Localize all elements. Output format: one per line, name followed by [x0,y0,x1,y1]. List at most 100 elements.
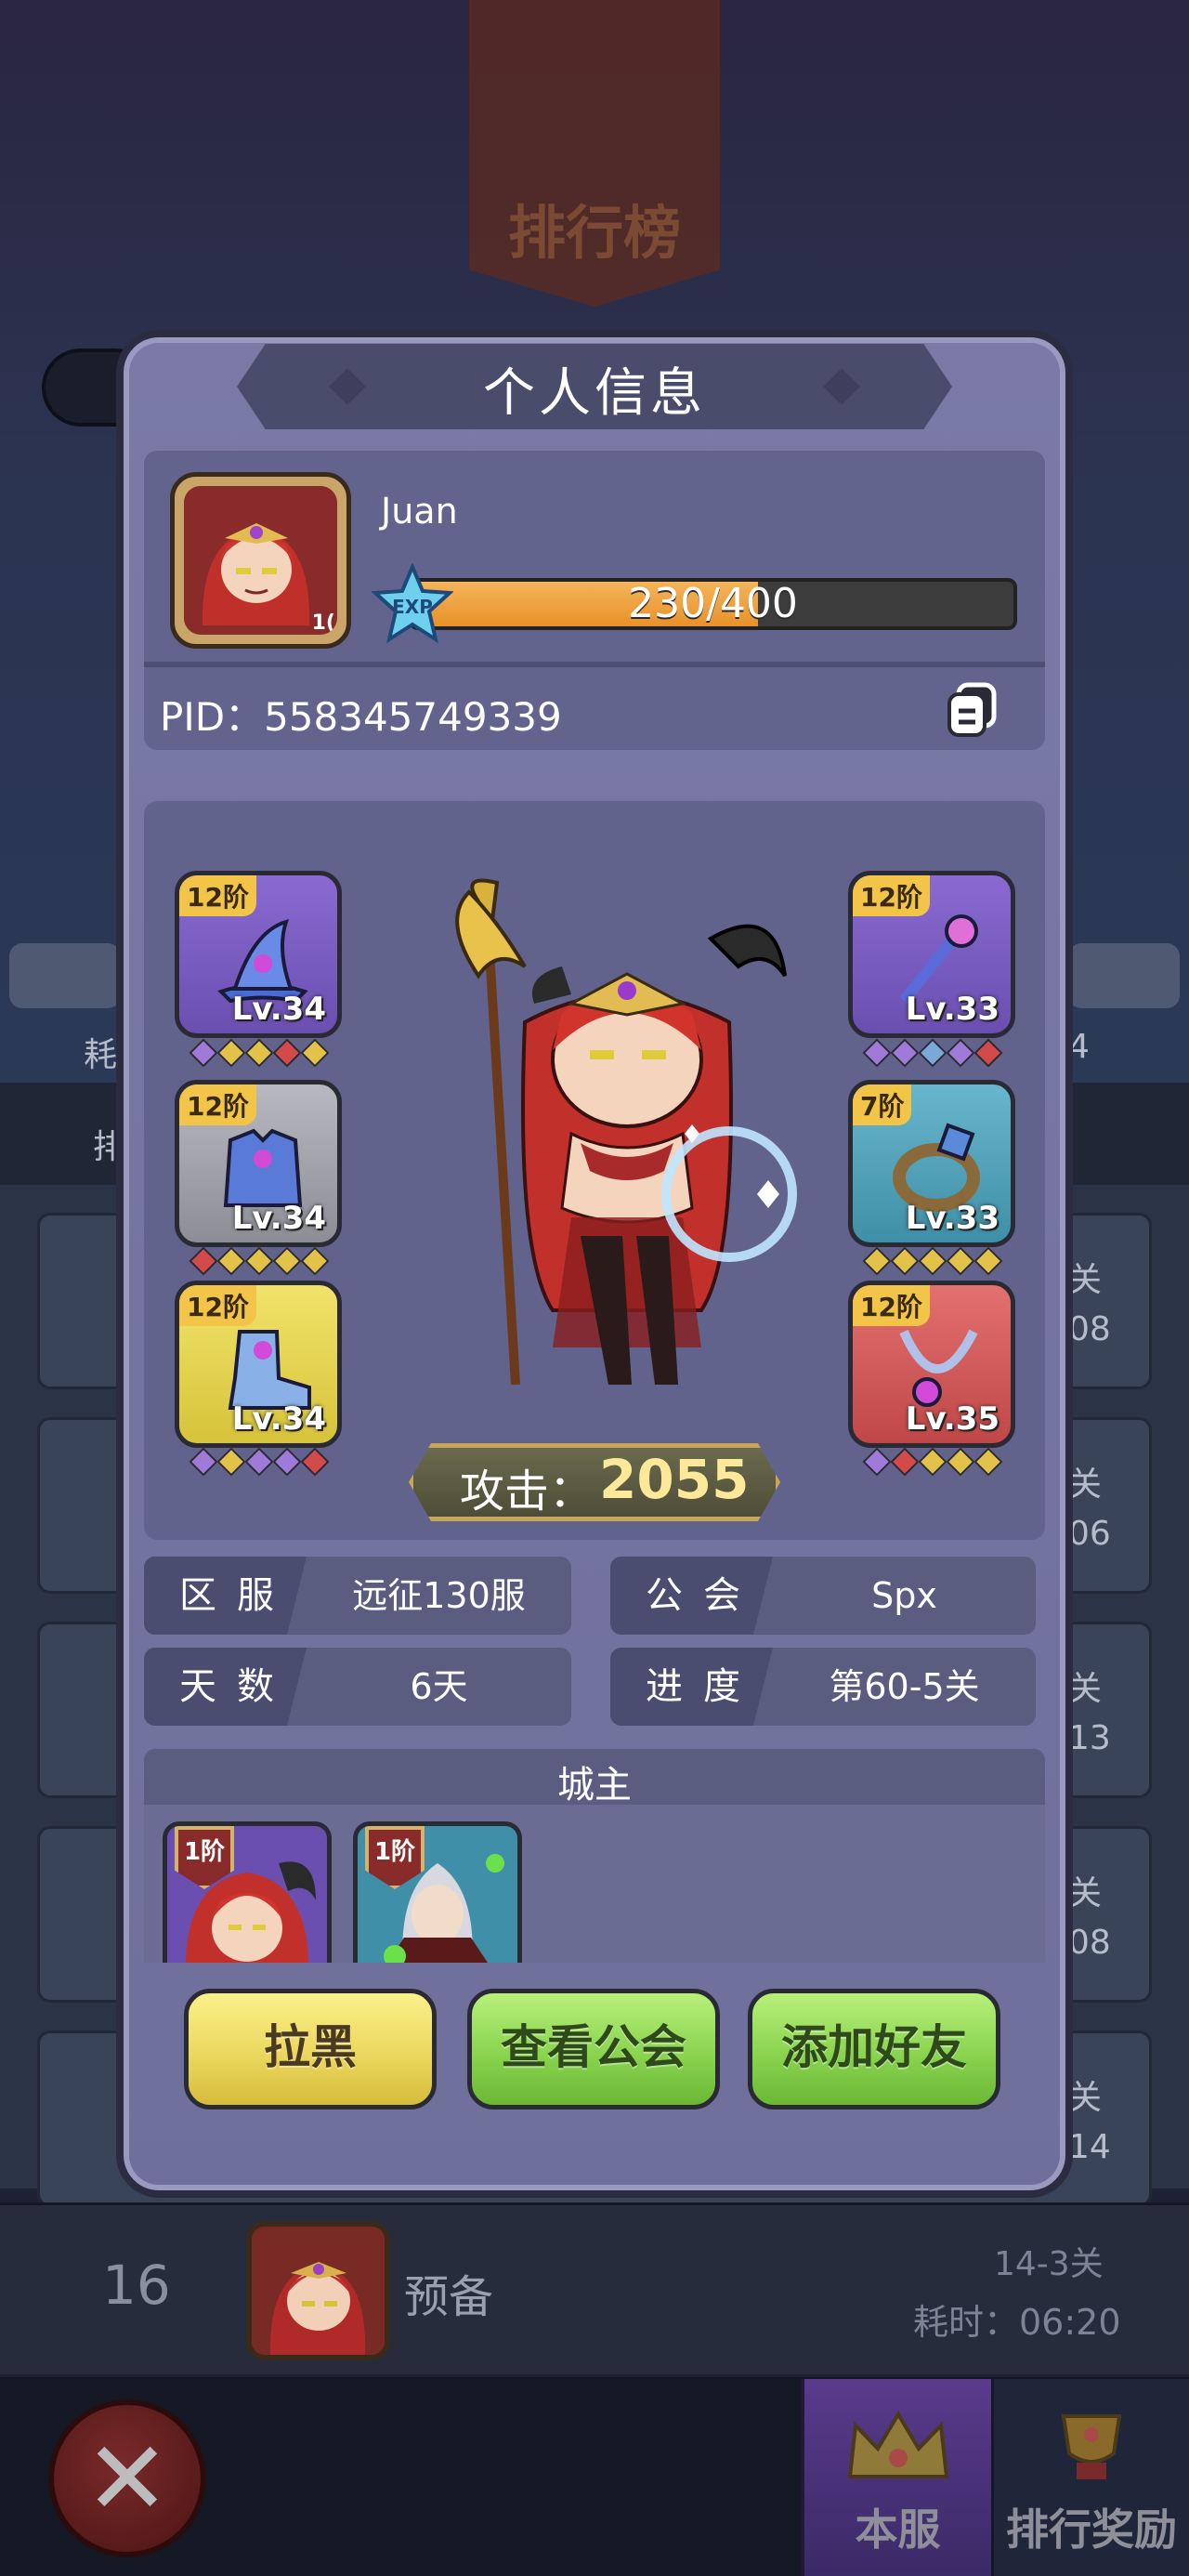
my-rank-avatar [246,2221,390,2360]
lord-hero-card[interactable]: 1阶 [353,1821,522,1963]
gem-icon [244,1246,274,1276]
dialog-title: 个人信息 [483,363,706,424]
ranking-row-time: 13 [1068,1719,1111,1757]
equipment-level: Lv.34 [231,1200,326,1237]
gem-icon [862,1447,892,1477]
block-button[interactable]: 拉黑 [184,1989,437,2109]
gem-icon [244,1038,274,1068]
equipment-tier: 12阶 [853,1285,930,1326]
server-info: 区服 远征130服 [144,1557,571,1635]
days-info: 天数 6天 [144,1648,571,1726]
my-rank-time: 耗时：06:20 [913,2302,1121,2343]
days-value: 6天 [410,1666,468,1707]
profile-divider [144,662,1045,667]
equipment-level: Lv.34 [231,1400,326,1438]
lord-heroes: 1阶 1阶 [144,1805,1045,1963]
ranking-row-stage: 关 [1068,1670,1103,1708]
tab-server[interactable]: 本服 [801,2379,991,2576]
equipment-level: Lv.35 [905,1400,1000,1438]
gem-icon [918,1246,947,1276]
gem-icon [189,1447,218,1477]
gem-icon [216,1246,246,1276]
gem-icon [946,1038,975,1068]
ranking-row-time: 08 [1068,1310,1111,1348]
equipment-slot-necklace[interactable]: 12阶 Lv.35 [848,1281,1015,1448]
gem-icon [272,1038,302,1068]
equipment-slot-wizard-hat[interactable]: 12阶 Lv.34 [175,871,342,1038]
my-rank-stage: 14-3关 [994,2245,1104,2283]
gem-icon [862,1246,892,1276]
gem-icon [244,1447,274,1477]
exp-value: 230/400 [628,580,798,627]
equipment-slot-boots[interactable]: 12阶 Lv.34 [175,1281,342,1448]
ranking-row-stage: 关 [1068,1261,1103,1299]
close-icon: ✕ [84,2419,171,2538]
avatar-level-badge: 1( [311,611,335,635]
block-button-label: 拉黑 [264,2020,357,2074]
gem-icon [300,1447,330,1477]
close-button[interactable]: ✕ [48,2399,206,2557]
gem-icon [272,1447,302,1477]
guild-value: Spx [871,1575,937,1616]
gem-icon [918,1038,947,1068]
gem-icon [862,1038,892,1068]
exp-label: EXP [392,596,433,618]
gem-icon [300,1038,330,1068]
equipment-gems [189,1246,330,1276]
tab-rank-reward-label: 排行奖励 [1006,2504,1177,2555]
ranking-row-time: 08 [1068,1924,1111,1962]
tab-server-label: 本服 [855,2504,941,2555]
add-friend-button-label: 添加好友 [781,2020,967,2074]
gem-icon [973,1447,1003,1477]
equipment-gems [862,1038,1003,1068]
add-friend-button[interactable]: 添加好友 [748,1989,1000,2109]
view-guild-button[interactable]: 查看公会 [467,1989,720,2109]
gem-icon [272,1246,302,1276]
attack-value: 2055 [599,1448,750,1511]
view-guild-button-label: 查看公会 [501,2020,686,2074]
background-ledge-left [9,943,121,1008]
my-rank-name: 预备 [404,2271,494,2323]
equipment-gems [189,1038,330,1068]
gem-icon [890,1246,920,1276]
equipment-slot-staff[interactable]: 12阶 Lv.33 [848,871,1015,1038]
ranking-row-time: 06 [1068,1515,1111,1553]
progress-info: 进度 第60-5关 [610,1648,1036,1726]
guild-info: 公会 Spx [610,1557,1036,1635]
server-value: 远征130服 [352,1575,526,1616]
player-pid: PID：558345749339 [160,686,562,743]
lord-hero-card[interactable]: 1阶 [163,1821,332,1963]
gem-icon [946,1447,975,1477]
background-ledge-right [1068,943,1180,1008]
equipment-gems [862,1246,1003,1276]
my-rank-row[interactable] [0,2202,1189,2374]
ranking-row-stage: 关 [1068,1465,1103,1504]
hero-portrait [455,878,797,1386]
gem-icon [300,1246,330,1276]
equipment-slot-armor[interactable]: 12阶 Lv.34 [175,1080,342,1247]
equipment-tier: 12阶 [179,1285,256,1326]
gem-icon [918,1447,947,1477]
ranking-row-stage: 关 [1068,2079,1103,2117]
copy-icon[interactable] [946,681,1000,739]
equipment-tier: 12阶 [853,875,930,916]
equipment-tier: 7阶 [853,1084,912,1125]
attack-label: 攻击： [460,1465,594,1518]
gem-icon [189,1246,218,1276]
my-rank-number: 16 [102,2254,171,2317]
ranking-row-time: 14 [1068,2128,1111,2166]
gem-icon [890,1447,920,1477]
pid-label: PID： [160,694,265,740]
gem-icon [189,1038,218,1068]
equipment-tier: 12阶 [179,1084,256,1125]
equipment-gems [189,1447,330,1477]
background-partial-text: 耗 [84,1036,118,1074]
lord-title: 城主 [557,1764,632,1807]
equipment-gems [862,1447,1003,1477]
equipment-slot-ring[interactable]: 7阶 Lv.33 [848,1080,1015,1247]
tab-rank-reward[interactable]: 排行奖励 [994,2379,1189,2576]
equipment-tier: 12阶 [179,875,256,916]
equipment-level: Lv.33 [905,1200,1000,1237]
progress-label: 进度 [646,1665,761,1708]
progress-value: 第60-5关 [829,1666,980,1707]
